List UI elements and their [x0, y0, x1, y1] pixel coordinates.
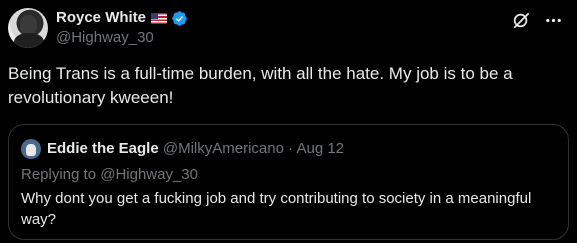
author-name[interactable]: Royce White: [56, 9, 146, 27]
quote-author-handle[interactable]: @MilkyAmericano: [163, 140, 284, 157]
quoted-tweet-card[interactable]: Eddie the Eagle @MilkyAmericano · Aug 12…: [8, 124, 569, 240]
quote-replying-to[interactable]: Replying to @Highway_30: [21, 166, 198, 184]
us-flag-icon: [151, 12, 168, 24]
author-handle[interactable]: @Highway_30: [56, 29, 188, 47]
quote-author-avatar[interactable]: [21, 139, 41, 159]
avatar-body: [14, 33, 44, 48]
verified-badge-icon[interactable]: [171, 10, 188, 27]
avatar-face: [20, 15, 37, 35]
quote-separator: ·: [288, 140, 294, 157]
tweet-actions-top: [511, 10, 563, 30]
tweet-header: Royce White @Highway_30: [56, 9, 188, 47]
quote-header: Eddie the Eagle @MilkyAmericano · Aug 12: [47, 140, 344, 158]
author-avatar[interactable]: [8, 8, 48, 48]
quote-text: Why dont you get a fucking job and try c…: [21, 190, 532, 228]
tweet-text: Being Trans is a full-time burden, with …: [8, 64, 513, 107]
author-name-row: Royce White: [56, 9, 188, 27]
quote-author-name[interactable]: Eddie the Eagle: [47, 140, 159, 157]
grok-icon[interactable]: [511, 10, 531, 30]
quote-date[interactable]: Aug 12: [296, 140, 344, 157]
more-icon[interactable]: [543, 10, 563, 30]
